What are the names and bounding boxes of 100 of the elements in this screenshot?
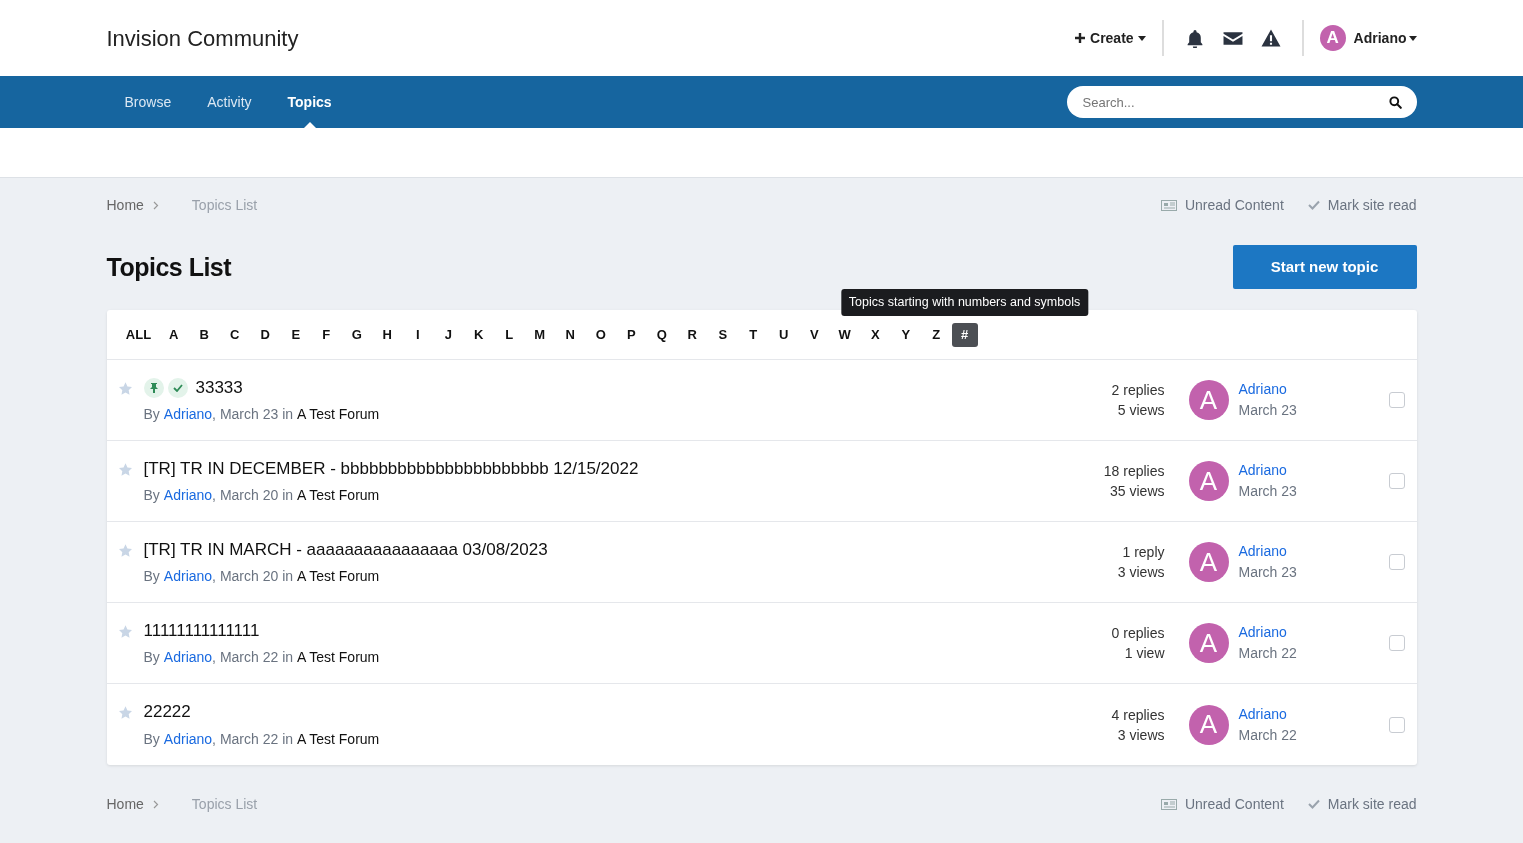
letter-filter[interactable]: # — [951, 322, 978, 347]
letter-filter[interactable]: W — [829, 322, 860, 347]
forum-link[interactable]: A Test Forum — [297, 404, 380, 426]
select-checkbox[interactable] — [1388, 392, 1405, 408]
letter-filter[interactable]: H — [372, 322, 403, 347]
user-avatar: A — [1188, 542, 1229, 582]
breadcrumb-link[interactable]: Home — [106, 194, 144, 216]
last-poster-link[interactable]: Adriano — [1238, 703, 1297, 725]
select-checkbox[interactable] — [1388, 635, 1405, 651]
reply-count: 1 reply — [1121, 543, 1165, 562]
user-menu-button[interactable]: A Adriano — [1319, 25, 1417, 51]
view-count: 5 views — [1116, 401, 1165, 420]
start-topic-button[interactable]: Start new topic — [1232, 245, 1417, 289]
meta-text: By — [143, 486, 160, 506]
letter-filter[interactable]: M — [524, 322, 555, 347]
forum-link[interactable]: A Test Forum — [297, 647, 380, 669]
search-icon[interactable] — [1388, 96, 1402, 109]
letter-filter[interactable]: S — [707, 322, 738, 347]
meta-text: , March 22 in — [212, 729, 294, 749]
letter-filter[interactable]: X — [860, 322, 891, 347]
reply-count: 0 replies — [1110, 624, 1165, 643]
search-field[interactable]: Search... — [1066, 86, 1417, 118]
create-button[interactable]: Create — [1074, 27, 1146, 49]
meta-text: By — [143, 729, 160, 749]
letter-filter[interactable]: R — [677, 322, 708, 347]
view-count: 3 views — [1116, 563, 1165, 582]
select-checkbox[interactable] — [1388, 716, 1405, 733]
last-poster-link[interactable]: Adriano — [1238, 379, 1297, 400]
letter-filter[interactable]: P — [616, 322, 647, 347]
letter-filter[interactable]: L — [494, 322, 525, 347]
letter-filter[interactable]: I — [402, 322, 433, 347]
letter-filter[interactable]: U — [768, 322, 799, 347]
letter-filter[interactable]: J — [433, 322, 464, 347]
reply-count: 2 replies — [1110, 381, 1165, 400]
star-icon[interactable] — [118, 706, 132, 719]
action-link[interactable]: Mark site read — [1307, 793, 1417, 815]
letter-filter[interactable]: O — [585, 322, 616, 347]
warning-icon[interactable] — [1259, 28, 1282, 48]
letter-filter[interactable]: D — [250, 322, 281, 347]
letter-filter[interactable]: Z — [921, 322, 952, 347]
view-count: 3 views — [1116, 725, 1165, 745]
topic-title[interactable]: [TR] TR IN MARCH - aaaaaaaaaaaaaaaa 03/08/2023 — [143, 536, 548, 563]
topic-title[interactable]: [TR] TR IN DECEMBER - bbbbbbbbbbbbbbbbbbbbbb 12/15/2022 — [143, 455, 639, 482]
user-avatar: A — [1319, 25, 1346, 51]
last-poster-link[interactable]: Adriano — [1238, 460, 1297, 481]
meta-text: , March 22 in — [212, 648, 294, 668]
letter-filter[interactable]: V — [799, 322, 830, 347]
star-icon[interactable] — [118, 544, 132, 557]
topic-title[interactable]: 22222 — [143, 699, 191, 725]
breadcrumb-link[interactable]: Home — [106, 793, 144, 815]
last-post-date: March 23 — [1238, 482, 1297, 501]
chevron-icon — [152, 799, 159, 809]
letter-filter[interactable]: G — [341, 322, 372, 347]
meta-text: , March 20 in — [212, 486, 294, 506]
star-icon[interactable] — [118, 625, 132, 638]
view-count: 1 view — [1123, 644, 1165, 663]
last-post-date: March 23 — [1238, 401, 1297, 420]
page-title: Topics List — [106, 252, 232, 282]
nav-tab[interactable]: Topics — [269, 76, 350, 128]
last-poster-link[interactable]: Adriano — [1238, 622, 1297, 643]
nav-tab[interactable]: Activity — [189, 76, 270, 128]
letter-filter[interactable]: B — [189, 322, 220, 347]
user-avatar: A — [1188, 704, 1229, 745]
view-count: 35 views — [1109, 482, 1165, 501]
meta-text: By — [143, 405, 160, 425]
reply-count: 18 replies — [1102, 462, 1165, 481]
letter-filter[interactable]: ALL — [118, 322, 159, 347]
topic-title[interactable]: 11111111111111 — [143, 617, 260, 644]
action-link[interactable]: Mark site read — [1307, 194, 1417, 216]
letter-filter[interactable]: K — [463, 322, 494, 347]
checkmark-icon — [1307, 200, 1320, 210]
action-link[interactable]: Unread Content — [1160, 194, 1284, 216]
letter-filter[interactable]: E — [280, 322, 311, 347]
nav-tab[interactable]: Browse — [106, 76, 190, 128]
letter-filter[interactable]: T — [738, 322, 769, 347]
letter-filter[interactable]: Q — [646, 322, 677, 347]
forum-link[interactable]: A Test Forum — [297, 728, 380, 750]
forum-link[interactable]: A Test Forum — [297, 485, 380, 507]
checkmark-icon — [1307, 799, 1320, 809]
select-checkbox[interactable] — [1388, 554, 1405, 570]
letter-filter[interactable]: Y — [890, 322, 921, 347]
star-icon[interactable] — [118, 463, 132, 476]
meta-text: , March 20 in — [212, 567, 294, 587]
letter-filter[interactable]: F — [311, 322, 342, 347]
topic-title[interactable]: 33333 — [195, 374, 243, 401]
newspaper-icon — [1160, 798, 1177, 810]
last-post-date: March 22 — [1238, 725, 1297, 745]
caret-icon — [1137, 35, 1146, 41]
chevron-icon — [152, 200, 159, 210]
letter-filter[interactable]: N — [555, 322, 586, 347]
last-post-date: March 23 — [1238, 563, 1297, 582]
action-link[interactable]: Unread Content — [1160, 793, 1284, 815]
last-poster-link[interactable]: Adriano — [1238, 541, 1297, 562]
letter-filter[interactable]: C — [219, 322, 250, 347]
select-checkbox[interactable] — [1388, 473, 1405, 489]
site-title[interactable]: Invision Community — [106, 21, 299, 55]
forum-link[interactable]: A Test Forum — [297, 566, 380, 588]
letter-filter[interactable]: A — [158, 322, 189, 347]
star-icon[interactable] — [118, 382, 132, 395]
reply-count: 4 replies — [1110, 705, 1165, 725]
